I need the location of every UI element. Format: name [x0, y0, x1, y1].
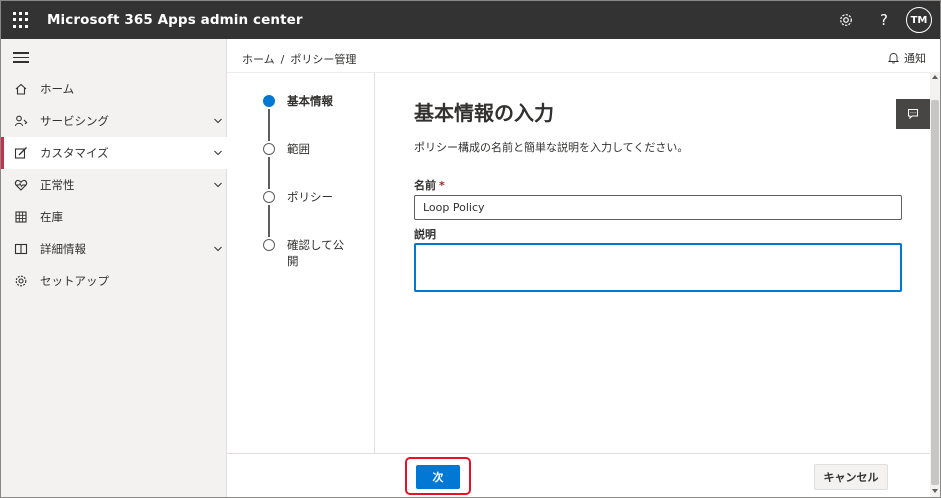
gear-icon — [13, 273, 29, 289]
inventory-icon — [13, 209, 29, 225]
app-title: Microsoft 365 Apps admin center — [47, 12, 303, 28]
notifications-label: 通知 — [904, 52, 926, 65]
breadcrumb-current: ポリシー管理 — [290, 53, 357, 66]
sidebar-item-label: サービシング — [40, 114, 109, 128]
settings-gear-icon[interactable] — [835, 9, 857, 31]
sidebar-item-label: 詳細情報 — [40, 242, 86, 256]
breadcrumb-home-link[interactable]: ホーム — [242, 53, 275, 66]
main-content: ホーム / ポリシー管理 通知 基本情報 範囲 ポリシー 確認して公 開 基本情… — [227, 39, 940, 497]
form-description: ポリシー構成の名前と簡単な説明を入力してください。 — [414, 141, 689, 154]
wizard-stepper: 基本情報 範囲 ポリシー 確認して公 開 — [227, 73, 375, 453]
step-label: 範囲 — [287, 142, 310, 156]
app-window: Microsoft 365 Apps admin center ? TM ホーム… — [0, 0, 941, 498]
sidebar-item-home[interactable]: ホーム — [1, 73, 227, 105]
user-avatar[interactable]: TM — [906, 7, 932, 33]
name-input[interactable] — [414, 195, 902, 220]
next-button[interactable]: 次 — [416, 465, 460, 489]
sidebar-item-label: カスタマイズ — [40, 146, 109, 160]
description-label: 説明 — [414, 228, 436, 241]
sidebar-item-label: 在庫 — [40, 210, 63, 224]
step-connector — [268, 109, 270, 141]
chevron-down-icon[interactable] — [214, 117, 222, 125]
step-active-indicator — [263, 95, 275, 107]
required-marker: * — [439, 179, 445, 192]
sidebar-item-setup[interactable]: セットアップ — [1, 265, 227, 297]
bell-icon — [888, 53, 899, 64]
sidebar-item-label: 正常性 — [40, 178, 75, 192]
sidebar: ホーム サービシング カスタマイズ 正常性 在庫 詳細情報 セットアップ — [1, 39, 227, 497]
vertical-scrollbar[interactable] — [930, 72, 940, 497]
cancel-button[interactable]: キャンセル — [814, 464, 888, 490]
servicing-icon — [13, 113, 29, 129]
sidebar-item-label: セットアップ — [40, 274, 109, 288]
scroll-thumb[interactable] — [931, 100, 939, 485]
sidebar-item-learn-more[interactable]: 詳細情報 — [1, 233, 227, 265]
sidebar-item-inventory[interactable]: 在庫 — [1, 201, 227, 233]
page-title: 基本情報の入力 — [414, 101, 554, 125]
step-connector — [268, 205, 270, 237]
top-bar: Microsoft 365 Apps admin center ? TM — [1, 1, 940, 39]
step-indicator — [263, 239, 275, 251]
home-icon — [13, 81, 29, 97]
hamburger-menu-icon[interactable] — [13, 52, 29, 64]
customize-icon — [13, 145, 29, 161]
name-label: 名前 * — [414, 179, 445, 192]
step-label: ポリシー — [287, 190, 333, 204]
notifications-button[interactable]: 通知 — [888, 50, 926, 66]
chevron-down-icon[interactable] — [214, 245, 222, 253]
description-textarea[interactable] — [414, 243, 902, 292]
sidebar-item-label: ホーム — [40, 82, 75, 96]
step-indicator — [263, 191, 275, 203]
step-label: 基本情報 — [287, 94, 333, 108]
chevron-down-icon[interactable] — [214, 149, 222, 157]
sidebar-item-health[interactable]: 正常性 — [1, 169, 227, 201]
scroll-up-arrow-icon[interactable] — [932, 75, 938, 79]
sidebar-item-customize[interactable]: カスタマイズ — [1, 137, 227, 169]
book-icon — [13, 241, 29, 257]
app-launcher-icon[interactable] — [13, 12, 29, 28]
breadcrumb: ホーム / ポリシー管理 — [242, 51, 356, 67]
feedback-icon — [908, 109, 918, 120]
step-connector — [268, 157, 270, 189]
step-label: 確認して公 開 — [287, 238, 345, 268]
breadcrumb-separator: / — [280, 53, 285, 66]
feedback-button[interactable] — [896, 99, 930, 129]
help-icon[interactable]: ? — [873, 9, 895, 31]
step-indicator — [263, 143, 275, 155]
health-icon — [13, 177, 29, 193]
scroll-down-arrow-icon[interactable] — [932, 489, 938, 493]
wizard-footer: 次 キャンセル — [227, 453, 930, 497]
sidebar-item-servicing[interactable]: サービシング — [1, 105, 227, 137]
chevron-down-icon[interactable] — [214, 181, 222, 189]
